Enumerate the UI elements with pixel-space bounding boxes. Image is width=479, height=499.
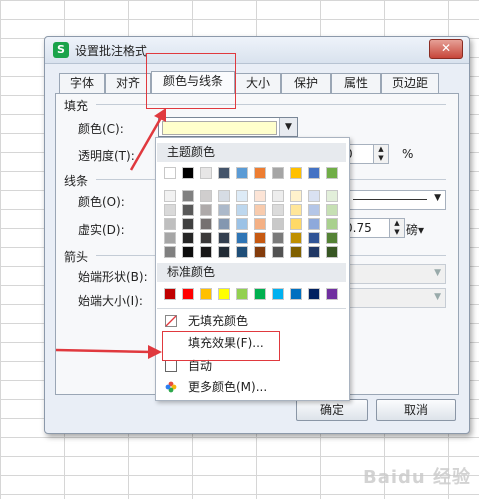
arrow-to-fill-effects-head bbox=[148, 345, 162, 359]
baidu-watermark: Baidu 经验 bbox=[362, 467, 471, 488]
annotation-arrows bbox=[55, 108, 166, 359]
arrow-to-tab bbox=[129, 115, 164, 171]
arrow-to-fill-effects bbox=[55, 348, 153, 354]
